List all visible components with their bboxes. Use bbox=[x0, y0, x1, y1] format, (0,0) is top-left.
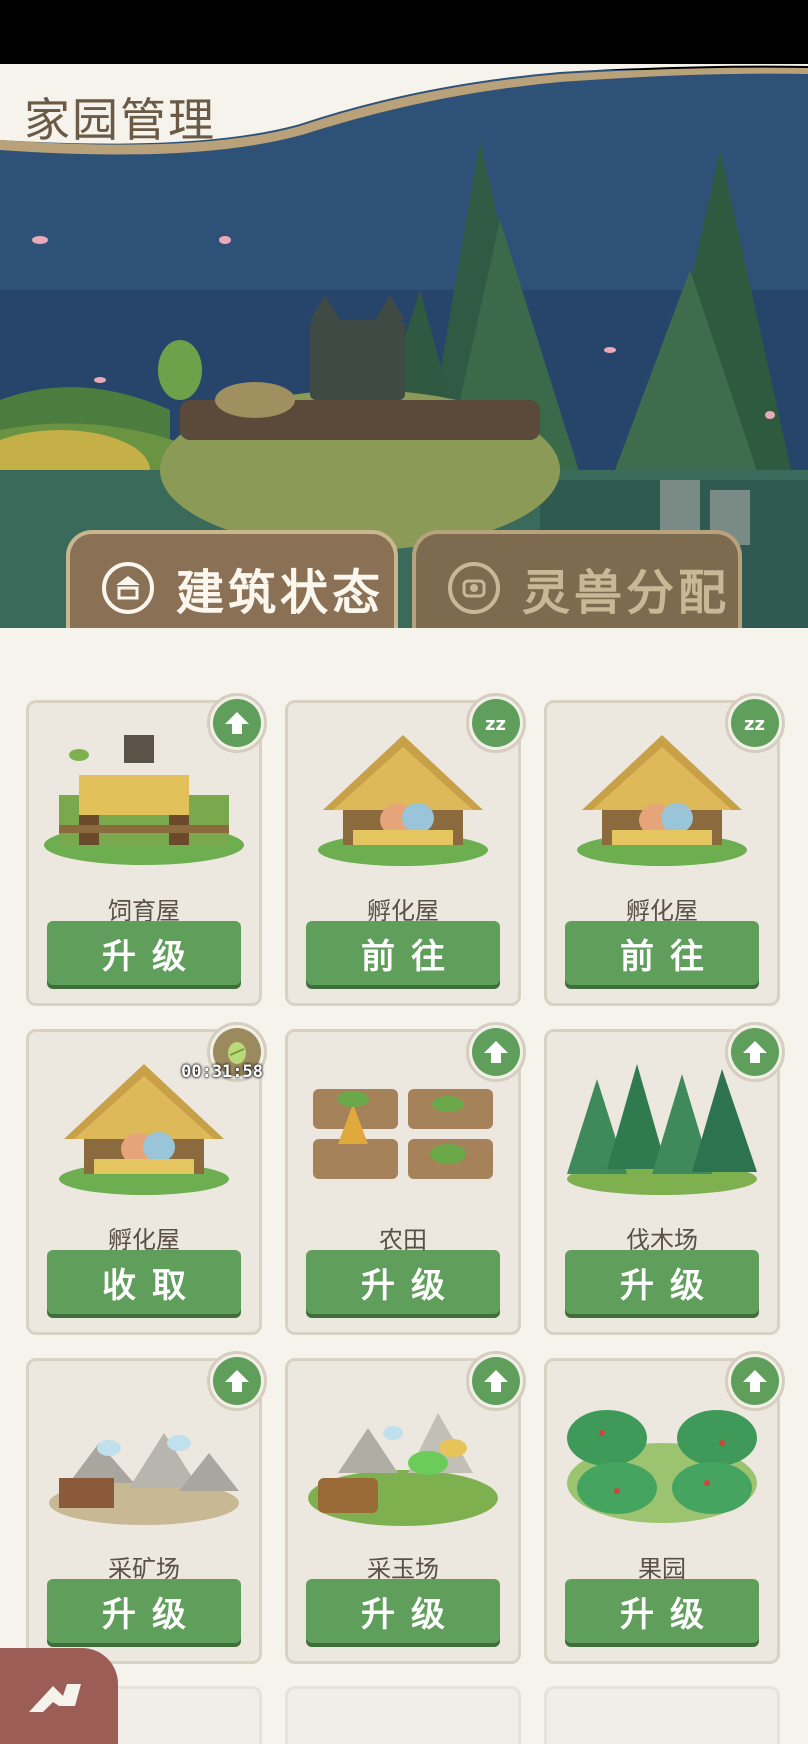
tab-label: 建筑状态 bbox=[176, 565, 385, 621]
back-icon bbox=[29, 1684, 81, 1712]
building-card-lumber-yard[interactable]: 伐木场 升级 bbox=[544, 1022, 785, 1335]
back-button[interactable] bbox=[0, 1648, 118, 1744]
page-title: 家园管理 bbox=[24, 93, 216, 147]
upgrade-button[interactable]: 升级 bbox=[306, 1579, 500, 1643]
upgrade-arrow-icon bbox=[725, 1351, 785, 1411]
go-button[interactable]: 前往 bbox=[306, 921, 500, 985]
building-card-hatchery-2[interactable]: zz 孵化屋 前往 bbox=[544, 693, 785, 1006]
building-card-farmland[interactable]: 农田 升级 bbox=[285, 1022, 526, 1335]
status-bar bbox=[0, 0, 808, 70]
upgrade-button[interactable]: 升级 bbox=[565, 1250, 759, 1314]
upgrade-button[interactable]: 升级 bbox=[47, 1579, 241, 1643]
svg-text:zz: zz bbox=[744, 714, 765, 735]
building-card-breeding-house[interactable]: 饲育屋 升级 bbox=[26, 693, 267, 1006]
upgrade-arrow-icon bbox=[207, 1351, 267, 1411]
building-card-mine[interactable]: 采矿场 升级 bbox=[26, 1351, 267, 1664]
sleep-icon: zz bbox=[725, 693, 785, 753]
building-card-partial bbox=[285, 1686, 521, 1744]
building-card-partial bbox=[544, 1686, 780, 1744]
tab-label: 灵兽分配 bbox=[522, 565, 731, 621]
upgrade-arrow-icon bbox=[466, 1022, 526, 1082]
upgrade-button[interactable]: 升级 bbox=[565, 1579, 759, 1643]
svg-text:zz: zz bbox=[485, 714, 506, 735]
upgrade-button[interactable]: 升级 bbox=[47, 921, 241, 985]
collect-button[interactable]: 收取 bbox=[47, 1250, 241, 1314]
upgrade-button[interactable]: 升级 bbox=[306, 1250, 500, 1314]
building-card-hatchery-1[interactable]: zz 孵化屋 前往 bbox=[285, 693, 526, 1006]
upgrade-arrow-icon bbox=[725, 1022, 785, 1082]
building-icon bbox=[102, 562, 154, 614]
building-card-orchard[interactable]: 果园 升级 bbox=[544, 1351, 785, 1664]
building-card-hatchery-3[interactable]: 00:31:58 孵化屋 收取 bbox=[26, 1022, 267, 1335]
upgrade-arrow-icon bbox=[207, 693, 267, 753]
sleep-icon: zz bbox=[466, 693, 526, 753]
hatch-timer: 00:31:58 bbox=[181, 1062, 263, 1082]
beast-icon bbox=[448, 562, 500, 614]
building-card-jade-mine[interactable]: 采玉场 升级 bbox=[285, 1351, 526, 1664]
upgrade-arrow-icon bbox=[466, 1351, 526, 1411]
go-button[interactable]: 前往 bbox=[565, 921, 759, 985]
